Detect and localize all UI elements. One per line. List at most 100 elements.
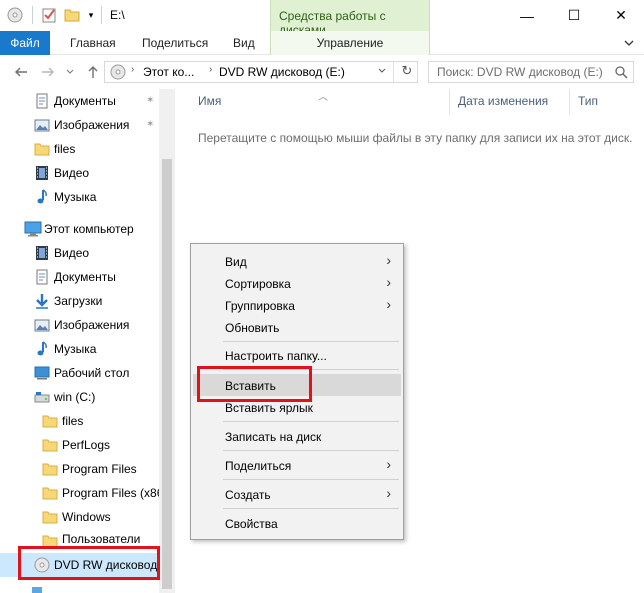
computer-icon [24,221,42,237]
up-arrow-icon[interactable] [84,63,102,81]
sidebar-item-folder[interactable]: Windows [0,505,159,529]
sidebar-item-music[interactable]: Музыка [0,337,159,361]
sidebar-item-label: Музыка [54,190,97,204]
address-history-icon[interactable] [377,65,389,79]
menu-item-sort[interactable]: Сортировка › [193,272,401,294]
paste-highlight-frame [197,366,312,402]
folder-icon [42,509,58,525]
sidebar-scrollbar-thumb[interactable] [162,159,172,589]
folder-icon [42,485,58,501]
column-header-date[interactable]: Дата изменения [458,94,548,108]
sidebar-item-video[interactable]: Видео [0,241,159,265]
video-icon [34,165,50,181]
menu-separator [223,421,399,422]
cd-drive-icon[interactable] [6,6,24,24]
sidebar-item-label: files [62,414,84,428]
menu-item-properties[interactable]: Свойства [193,512,401,534]
back-arrow-icon[interactable] [12,63,30,81]
dvd-drive-highlight-frame [18,546,160,580]
menu-item-burn-to-disc[interactable]: Записать на диск [193,425,401,447]
search-input[interactable] [437,62,617,82]
sidebar-item-label: Видео [54,246,90,260]
sidebar-item-folder[interactable]: Program Files [0,457,159,481]
sidebar-item-drive-c[interactable]: win (C:) [0,385,159,409]
tab-home[interactable]: Главная [60,31,126,55]
submenu-arrow-icon: › [386,456,391,472]
pin-icon[interactable]: ✶ [146,96,156,106]
menu-item-new[interactable]: Создать › [193,483,401,505]
refresh-icon[interactable]: ↻ [399,63,415,79]
sidebar-item-label: win (C:) [54,390,96,404]
music-icon [34,341,50,357]
sidebar-item-label: Музыка [54,342,97,356]
menu-item-label: Настроить папку... [225,349,327,363]
breadcrumb-this-pc[interactable]: Этот ко... [143,65,194,79]
sidebar-item-video[interactable]: Видео [0,161,159,185]
tab-file[interactable]: Файл [0,31,50,55]
sidebar-item-files[interactable]: files [0,137,159,161]
pin-icon[interactable]: ✶ [146,120,156,130]
search-icon[interactable] [614,65,628,79]
sidebar-item-label: Рабочий стол [54,366,130,380]
sidebar-item-music[interactable]: Музыка [0,185,159,209]
menu-item-view[interactable]: Вид › [193,250,401,272]
breadcrumb-separator-icon: › [209,64,213,75]
sidebar-item-label: Изображения [54,318,130,332]
sidebar-item-pictures[interactable]: Изображения [0,313,159,337]
navigation-bar: › Этот ко... › DVD RW дисковод (E:) ↻ [0,55,644,89]
documents-icon [34,93,50,109]
search-box[interactable] [428,61,634,83]
menu-separator [223,450,399,451]
submenu-arrow-icon: › [386,274,391,290]
expand-ribbon-icon[interactable] [622,36,636,50]
column-header-type[interactable]: Тип [578,94,598,108]
customize-toolbar-icon[interactable]: ▾ [85,6,97,24]
tab-manage[interactable]: Управление [270,31,430,55]
menu-item-label: Вид [225,255,247,269]
minimize-button[interactable]: — [504,0,550,31]
breadcrumb-dvd-drive[interactable]: DVD RW дисковод (E:) [219,65,345,79]
menu-separator [223,508,399,509]
sidebar-item-this-pc[interactable]: Этот компьютер [0,217,159,241]
address-bar[interactable]: › Этот ко... › DVD RW дисковод (E:) ↻ [104,61,418,83]
sidebar-item-desktop[interactable]: Рабочий стол [0,361,159,385]
column-separator[interactable] [569,89,570,115]
column-header-name[interactable]: Имя [198,94,221,108]
sidebar-item-downloads[interactable]: Загрузки [0,289,159,313]
sidebar-item-pictures[interactable]: Изображения ✶ [0,113,159,137]
folder-icon [42,413,58,429]
properties-icon[interactable] [40,6,58,24]
menu-item-customize-folder[interactable]: Настроить папку... [193,344,401,366]
menu-item-share[interactable]: Поделиться › [193,454,401,476]
new-folder-icon[interactable] [63,6,81,24]
video-icon [34,245,50,261]
sidebar-item-folder[interactable]: files [0,409,159,433]
desktop-icon [34,365,50,381]
recent-locations-icon[interactable] [64,63,76,81]
pictures-icon [34,117,50,133]
menu-item-refresh[interactable]: Обновить [193,316,401,338]
sidebar-item-label: Program Files [62,462,137,476]
menu-item-group[interactable]: Группировка › [193,294,401,316]
menu-separator [223,341,399,342]
sidebar-item-label: PerfLogs [62,438,111,452]
title-bar: ▾ E:\ Средства работы с дисками — ☐ ✕ [0,0,644,37]
drive-icon [34,389,50,405]
column-separator[interactable] [449,89,450,115]
close-button[interactable]: ✕ [598,0,644,31]
downloads-icon [34,293,50,309]
sidebar-item-folder[interactable]: Program Files (x86) [0,481,167,505]
maximize-button[interactable]: ☐ [551,0,597,31]
sidebar-item-label: Документы [54,270,116,284]
tab-share[interactable]: Поделиться [132,31,218,55]
qa-divider [101,6,102,24]
forward-arrow-icon[interactable] [39,63,57,81]
network-icon [30,587,44,593]
sidebar-item-label: Пользователи [62,532,141,546]
sidebar-item-label: Изображения [54,118,130,132]
tab-view[interactable]: Вид [223,31,265,55]
sidebar-item-documents[interactable]: Документы [0,265,159,289]
sidebar-item-documents[interactable]: Документы ✶ [0,89,159,113]
sort-ascending-icon: ︿ [318,92,328,103]
sidebar-item-folder[interactable]: PerfLogs [0,433,159,457]
